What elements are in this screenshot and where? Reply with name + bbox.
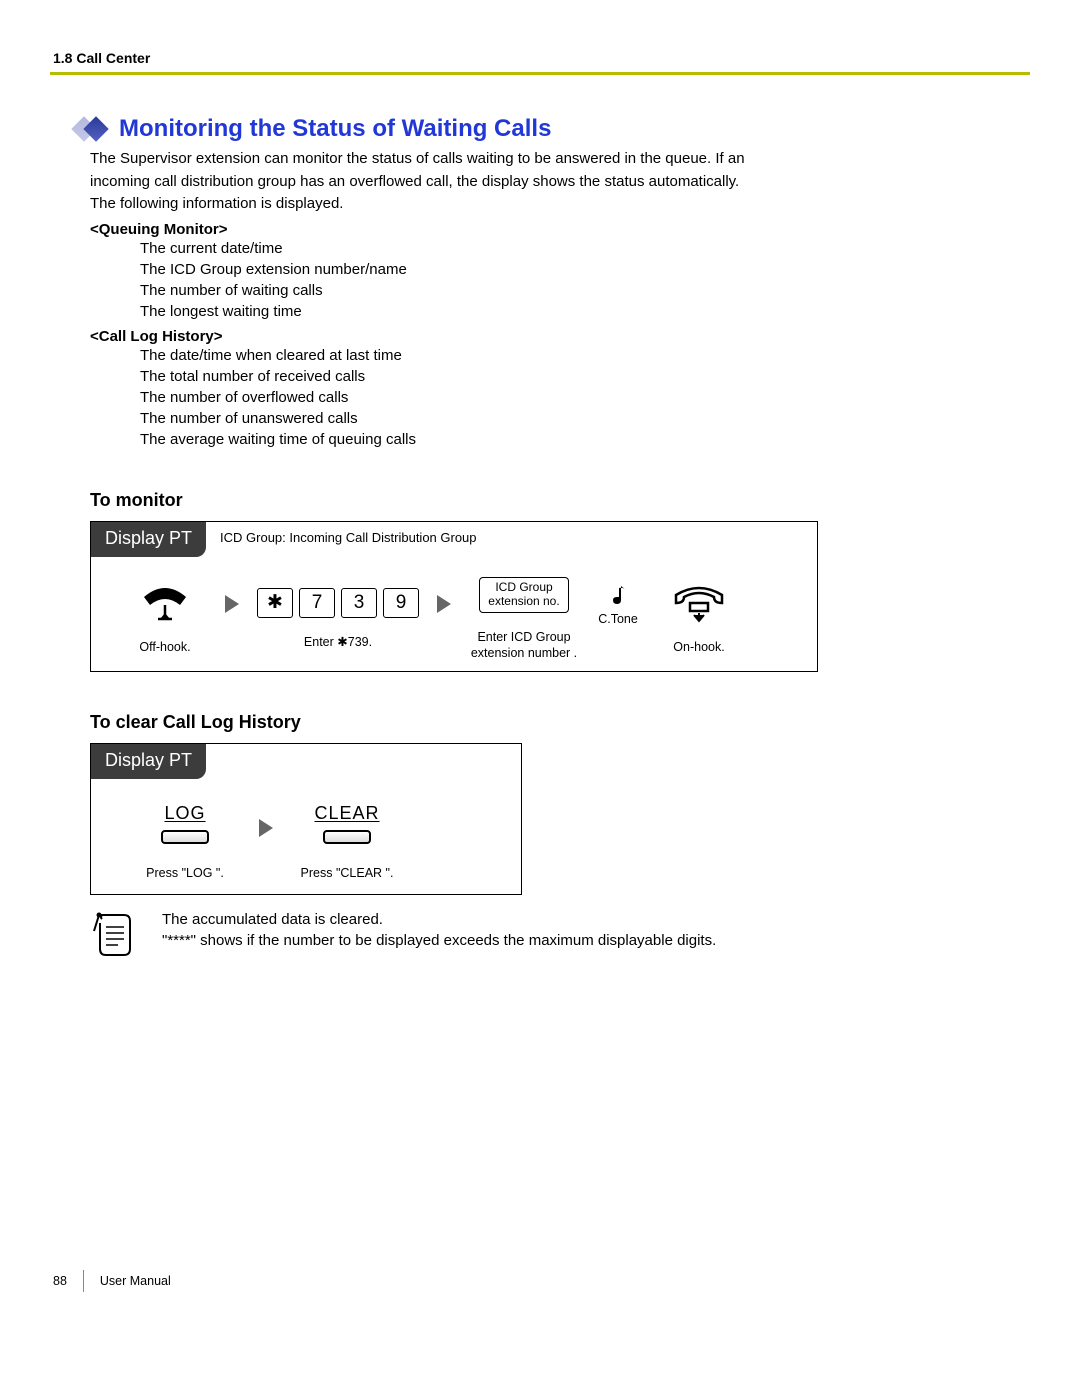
display-pt-badge: Display PT — [91, 744, 206, 779]
call-log-history-label: <Call Log History> — [90, 328, 1030, 345]
softkey-icon — [161, 830, 209, 844]
intro-text: The Supervisor extension can monitor the… — [90, 149, 970, 215]
offhook-icon — [138, 583, 192, 623]
display-pt-badge: Display PT — [91, 522, 206, 557]
to-monitor-heading: To monitor — [90, 490, 1030, 511]
to-clear-diagram: Display PT LOG Press "LOG ". CLEAR Press… — [90, 743, 522, 895]
to-clear-heading: To clear Call Log History — [90, 712, 1030, 733]
queuing-monitor-label: <Queuing Monitor> — [90, 221, 1030, 238]
clear-softkey-label: CLEAR — [314, 803, 379, 824]
arrow-icon — [225, 595, 239, 613]
log-softkey-label: LOG — [164, 803, 205, 824]
section-title: Monitoring the Status of Waiting Calls — [119, 115, 551, 143]
header-rule — [50, 72, 1030, 75]
note-icon — [90, 909, 138, 959]
dial-keys: ✱ 7 3 9 — [257, 588, 419, 618]
arrow-icon — [437, 595, 451, 613]
page-header-section: 1.8 Call Center — [50, 50, 1030, 72]
softkey-icon — [323, 830, 371, 844]
note-text: The accumulated data is cleared. "****" … — [162, 909, 716, 951]
ctone-icon: C.Tone — [598, 582, 638, 626]
queuing-list: The current date/time The ICD Group exte… — [140, 238, 1030, 322]
call-log-list: The date/time when cleared at last time … — [140, 345, 1030, 450]
diamond-bullets-icon — [75, 120, 105, 138]
onhook-icon — [670, 583, 728, 623]
page-footer: 88 User Manual — [50, 1270, 171, 1292]
extension-box: ICD Group extension no. — [479, 577, 568, 613]
to-monitor-diagram: Display PT ICD Group: Incoming Call Dist… — [90, 521, 818, 672]
icd-note: ICD Group: Incoming Call Distribution Gr… — [206, 522, 477, 545]
arrow-icon — [259, 819, 273, 837]
